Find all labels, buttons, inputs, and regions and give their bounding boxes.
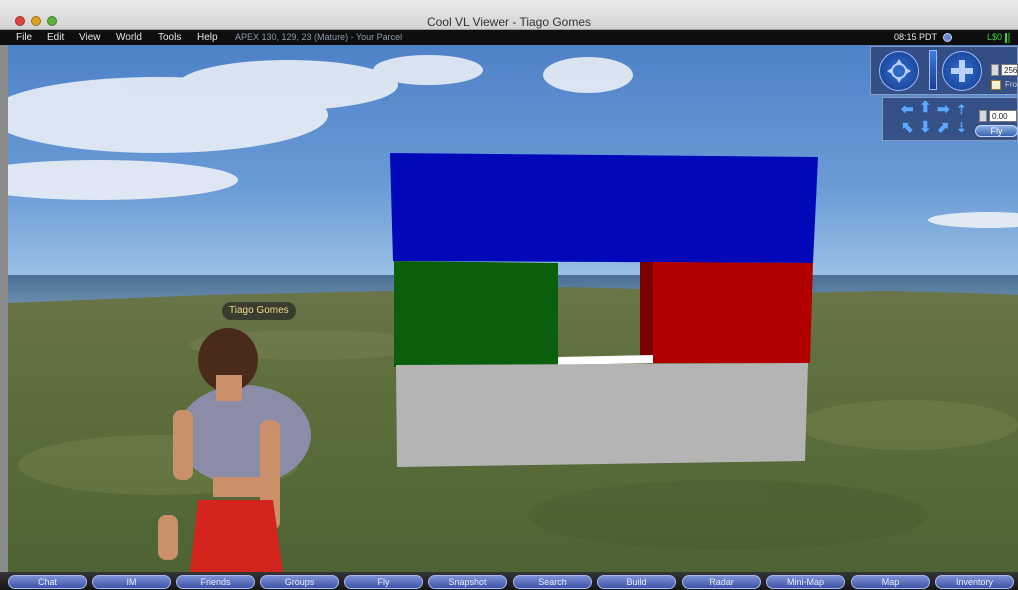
snapshot-button[interactable]: Snapshot xyxy=(428,575,507,589)
zoom-value-field[interactable]: 256 xyxy=(1001,64,1018,76)
red-block[interactable] xyxy=(653,262,813,363)
red-block-side xyxy=(640,262,653,363)
balance-readout[interactable]: L$0 xyxy=(987,30,1002,45)
menu-edit[interactable]: Edit xyxy=(47,30,64,45)
map-button[interactable]: Map xyxy=(851,575,930,589)
groups-button[interactable]: Groups xyxy=(260,575,339,589)
avatar-name-tag: Tiago Gomes xyxy=(222,302,296,320)
zoom-spinner-icon[interactable] xyxy=(991,64,999,76)
menu-view[interactable]: View xyxy=(79,30,101,45)
up-arrow-icon[interactable]: ⇡ xyxy=(956,102,967,117)
sun-moon-icon[interactable] xyxy=(943,33,952,42)
menu-world[interactable]: World xyxy=(116,30,142,45)
signal-bars-icon xyxy=(1005,33,1013,43)
front-view-checkbox[interactable] xyxy=(991,80,1001,90)
front-view-label: Fro xyxy=(1005,80,1017,89)
clock-time: 08:15 PDT xyxy=(894,32,938,42)
scene-render xyxy=(8,45,1018,572)
inventory-button[interactable]: Inventory xyxy=(935,575,1014,589)
strafe-left-arrow-icon[interactable]: ⬉ xyxy=(901,120,914,135)
radar-button[interactable]: Radar xyxy=(682,575,761,589)
chat-button[interactable]: Chat xyxy=(8,575,87,589)
menu-file[interactable]: File xyxy=(16,30,32,45)
menu-help[interactable]: Help xyxy=(197,30,218,45)
parcel-location[interactable]: APEX 130, 129, 23 (Mature) - Your Parcel xyxy=(235,30,402,45)
im-button[interactable]: IM xyxy=(92,575,171,589)
menu-tools[interactable]: Tools xyxy=(158,30,181,45)
hud-fly-button[interactable]: Fly xyxy=(975,125,1018,137)
speed-spinner-icon[interactable] xyxy=(979,110,987,122)
window-title-bar: Cool VL Viewer - Tiago Gomes xyxy=(0,0,1018,30)
window-title: Cool VL Viewer - Tiago Gomes xyxy=(426,15,592,29)
camera-zoom-slider[interactable] xyxy=(929,50,937,90)
camera-orbit-icon[interactable] xyxy=(879,51,919,91)
strafe-right-arrow-icon[interactable]: ⬈ xyxy=(937,120,950,135)
build-button[interactable]: Build xyxy=(597,575,676,589)
mini-map-button[interactable]: Mini-Map xyxy=(766,575,845,589)
gray-block[interactable] xyxy=(396,363,808,467)
backward-arrow-icon[interactable]: ⬇ xyxy=(919,120,932,135)
friends-button[interactable]: Friends xyxy=(176,575,255,589)
green-block[interactable] xyxy=(394,261,558,367)
down-arrow-icon[interactable]: ⇣ xyxy=(956,120,967,135)
turn-right-arrow-icon[interactable]: ➡ xyxy=(937,102,950,117)
world-viewport[interactable] xyxy=(8,45,1018,572)
search-button[interactable]: Search xyxy=(513,575,592,589)
speed-value-field[interactable]: 0.00 xyxy=(989,110,1017,122)
forward-arrow-icon[interactable]: ⬆ xyxy=(919,100,932,115)
bottom-toolbar: Chat IM Friends Groups Fly Snapshot Sear… xyxy=(0,572,1018,590)
menu-bar: File Edit View World Tools Help APEX 130… xyxy=(0,30,1018,45)
turn-left-arrow-icon[interactable]: ⬅ xyxy=(901,102,914,117)
camera-pan-icon[interactable] xyxy=(942,51,982,91)
blue-block[interactable] xyxy=(390,153,818,263)
fly-button[interactable]: Fly xyxy=(344,575,423,589)
